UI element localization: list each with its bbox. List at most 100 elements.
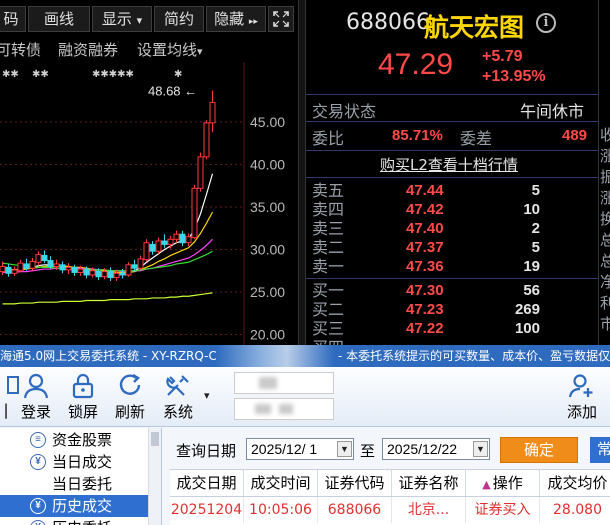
candle-body[interactable] xyxy=(17,262,24,272)
cell-deal-date[interactable]: 20251204 xyxy=(170,497,244,523)
candle-body[interactable] xyxy=(191,187,198,239)
quote-detail-strip: 收涨振涨换总总净利市 xyxy=(598,0,610,345)
cell-avg-price[interactable]: 28.080 xyxy=(540,497,610,523)
candle-body[interactable] xyxy=(155,240,162,252)
candle-body[interactable] xyxy=(83,269,90,276)
candle-body[interactable] xyxy=(161,240,168,245)
chevron-down-icon[interactable]: ▼ xyxy=(473,441,488,457)
fullscreen-button[interactable] xyxy=(268,6,294,32)
detail-label-fragment: 净 xyxy=(600,271,610,292)
end-date-picker[interactable]: 2025/12/22 ▼ xyxy=(382,438,490,460)
info-icon[interactable]: i xyxy=(536,13,556,33)
candle-body[interactable] xyxy=(71,266,78,273)
candle-body[interactable] xyxy=(185,236,192,244)
column-header[interactable]: 成交时间 xyxy=(244,470,318,496)
bid-price: 47.23 xyxy=(406,301,444,318)
ask-row[interactable]: 卖一 47.36 19 xyxy=(306,257,598,276)
cell-security-name[interactable]: 北京... xyxy=(392,497,466,523)
margin-trading-tab[interactable]: 融资融券 xyxy=(58,38,118,62)
candle-body[interactable] xyxy=(35,254,42,263)
cell-deal-time[interactable]: 10:05:06 xyxy=(244,497,318,523)
candle-body[interactable] xyxy=(143,242,150,261)
scroll-up-icon[interactable] xyxy=(151,432,159,446)
candle-body[interactable] xyxy=(131,264,138,269)
convertible-bond-tab[interactable]: 可转债 xyxy=(0,38,41,62)
start-date-picker[interactable]: 2025/12/ 1 ▼ xyxy=(246,438,354,460)
candle-body[interactable] xyxy=(167,238,174,245)
candle-body[interactable] xyxy=(149,243,156,252)
candle-body[interactable] xyxy=(53,263,60,267)
column-header[interactable]: 证券名称 xyxy=(392,470,466,496)
ask-row[interactable]: 卖四 47.42 10 xyxy=(306,200,598,219)
panel-divider[interactable] xyxy=(298,0,306,345)
candle-body[interactable] xyxy=(209,101,216,124)
candle-body[interactable] xyxy=(107,271,114,279)
candle-body[interactable] xyxy=(47,260,54,268)
candle-body[interactable] xyxy=(113,272,120,279)
toolbar-hide-button[interactable]: 隐藏 ▸▸ xyxy=(206,6,266,32)
confirm-button[interactable]: 确定 xyxy=(500,437,578,463)
login-button[interactable]: 登录 xyxy=(14,371,58,423)
bid-row[interactable]: 买四 xyxy=(306,338,598,345)
event-marker[interactable]: ✱ xyxy=(174,69,182,80)
candle-body[interactable] xyxy=(89,270,96,276)
candle-body[interactable] xyxy=(101,271,108,278)
event-marker[interactable]: ✱✱ xyxy=(32,69,49,80)
candle-body[interactable] xyxy=(203,122,210,158)
nav-item-history-orders[interactable]: ¥ 历史委托 xyxy=(0,517,148,525)
add-button[interactable]: 添加 xyxy=(560,371,604,423)
candle-body[interactable] xyxy=(77,268,84,273)
column-header[interactable]: 成交日期 xyxy=(170,470,244,496)
nav-item-history-deals[interactable]: ¥ 历史成交 xyxy=(0,495,148,517)
candle-body[interactable] xyxy=(65,266,72,271)
candle-body[interactable] xyxy=(23,263,30,269)
candle-body[interactable] xyxy=(95,271,102,278)
account-selector[interactable] xyxy=(234,372,334,394)
column-header-sorted[interactable]: ▲ 操作 xyxy=(466,470,540,496)
bid-row[interactable]: 买一 47.30 56 xyxy=(306,281,598,300)
toolbar-code-button[interactable]: 码 xyxy=(0,6,26,32)
toolbar-display-button[interactable]: 显示 ▾ xyxy=(92,6,152,32)
cell-security-code[interactable]: 688066 xyxy=(318,497,392,523)
candle-body[interactable] xyxy=(11,269,18,274)
column-header[interactable]: 证券代码 xyxy=(318,470,392,496)
ask-row[interactable]: 卖五 47.44 5 xyxy=(306,181,598,200)
system-button[interactable]: 系统 xyxy=(156,371,200,423)
candle-body[interactable] xyxy=(197,156,204,189)
toolbar-draw-button[interactable]: 画线 xyxy=(28,6,90,32)
candle-body[interactable] xyxy=(137,258,144,269)
bid-row[interactable]: 买三 47.22 100 xyxy=(306,319,598,338)
candle-body[interactable] xyxy=(5,266,12,274)
event-marker[interactable]: ✱✱ xyxy=(2,69,19,80)
window-titlebar[interactable]: 海通5.0网上交易委托系统 - XY-RZRQ-CE - 本委托系统提示的可买数… xyxy=(0,345,610,367)
column-header-label: 操作 xyxy=(492,474,523,492)
candle-body[interactable] xyxy=(59,264,66,271)
chevron-down-icon[interactable]: ▼ xyxy=(337,441,352,457)
candle-body[interactable] xyxy=(173,233,180,240)
common-button[interactable]: 常 xyxy=(590,437,610,463)
nav-item-today-orders[interactable]: 当日委托 xyxy=(0,473,148,495)
ask-row[interactable]: 卖二 47.37 5 xyxy=(306,238,598,257)
candle-body[interactable] xyxy=(0,266,6,273)
kline-chart[interactable]: 45.0040.0035.0030.0025.0020.00✱✱ ✱✱ ✱✱✱✱✱ ✱… xyxy=(0,62,298,345)
ask-row[interactable]: 卖三 47.40 2 xyxy=(306,219,598,238)
cell-operation[interactable]: 证券买入 xyxy=(466,497,540,523)
candle-body[interactable] xyxy=(179,233,186,244)
buy-l2-link[interactable]: 购买L2查看十档行情 xyxy=(380,154,518,175)
nav-item-funds-stocks[interactable]: ≡ 资金股票 xyxy=(0,429,148,451)
candle-body[interactable] xyxy=(41,254,48,262)
column-header[interactable]: 成交均价 xyxy=(540,470,610,496)
ma-settings-tab[interactable]: 设置均线▾ xyxy=(137,38,203,64)
candle-body[interactable] xyxy=(119,272,126,276)
candle-body[interactable] xyxy=(29,260,36,269)
toolbar-simple-button[interactable]: 简约 xyxy=(154,6,204,32)
lock-button[interactable]: 锁屏 xyxy=(61,371,105,423)
redacted-area xyxy=(255,404,271,414)
chevron-down-icon[interactable]: ▾ xyxy=(204,389,210,402)
nav-item-today-deals[interactable]: ¥ 当日成交 xyxy=(0,451,148,473)
event-marker[interactable]: ✱✱✱✱✱ xyxy=(92,69,134,80)
refresh-button[interactable]: 刷新 xyxy=(108,371,152,423)
candle-body[interactable] xyxy=(125,264,132,276)
bid-row[interactable]: 买二 47.23 269 xyxy=(306,300,598,319)
nav-scrollbar[interactable] xyxy=(148,428,161,525)
